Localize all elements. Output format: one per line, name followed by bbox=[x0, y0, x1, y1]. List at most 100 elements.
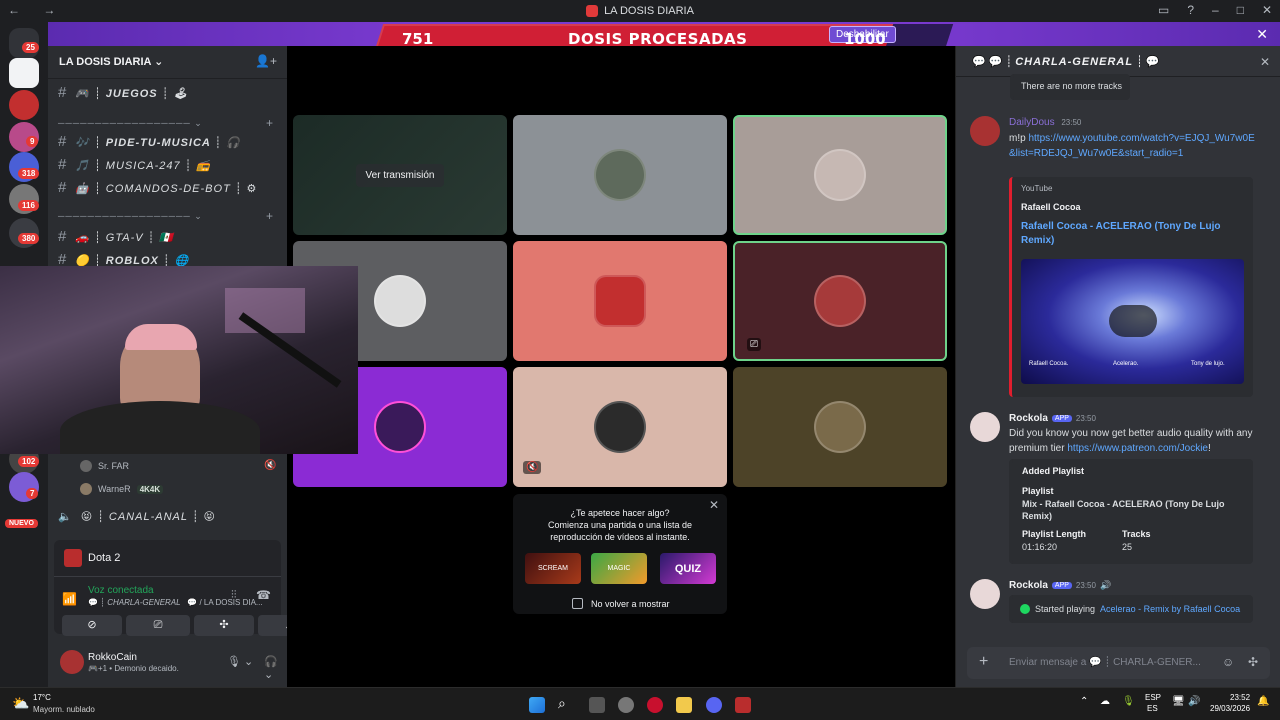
app-icon[interactable] bbox=[618, 697, 634, 713]
language-code[interactable]: ESP bbox=[1145, 693, 1161, 702]
thumb-label: Tony de lujo. bbox=[1191, 361, 1225, 367]
voice-user[interactable]: WarneR 4K4K bbox=[80, 483, 164, 495]
weather-icon[interactable]: ⛅ bbox=[12, 695, 29, 712]
promo-line: Comienza una partida o una lista de bbox=[547, 520, 693, 530]
start-menu-icon[interactable] bbox=[529, 697, 545, 713]
participant-tile[interactable] bbox=[513, 241, 727, 361]
close-banner-icon[interactable]: ✕ bbox=[1256, 26, 1268, 43]
participant-tile-speaking[interactable]: ⎚ bbox=[733, 241, 947, 361]
watch-stream-button[interactable]: Ver transmisión bbox=[355, 163, 445, 187]
channel-comandos-de-bot[interactable]: # 🤖 ┊ COMANDOS-DE-BOT ┊ ⚙ bbox=[58, 179, 257, 196]
embed-title[interactable]: Rafaell Cocoa - ACELERAO (Tony De Lujo R… bbox=[1021, 220, 1241, 248]
add-attachment-icon[interactable]: + bbox=[979, 653, 988, 671]
network-icon[interactable]: 🖥 bbox=[1172, 696, 1185, 707]
voice-wave-icon[interactable]: ⫶⫶ bbox=[231, 589, 237, 602]
embed-channel[interactable]: Rafaell Cocoa bbox=[1021, 202, 1081, 212]
participant-tile[interactable]: 🔇 bbox=[513, 367, 727, 487]
avatar[interactable] bbox=[970, 116, 1000, 146]
clock-date[interactable]: 29/03/2026 bbox=[1210, 704, 1250, 713]
participant-tile-speaking[interactable] bbox=[733, 115, 947, 235]
close-chat-icon[interactable]: ✕ bbox=[1260, 55, 1270, 69]
voice-stage: Ver transmisión ⎚ 🔇 ✕ ¿Te apetece hacer … bbox=[287, 46, 955, 687]
channel-name: COMANDOS-DE-BOT bbox=[105, 183, 231, 195]
nav-arrows[interactable]: ← → bbox=[8, 3, 65, 17]
notification-bell-icon[interactable]: 🔔 bbox=[1257, 696, 1269, 707]
headphones-icon[interactable]: 🎧 ⌄ bbox=[264, 655, 287, 681]
voice-user[interactable]: Sr. FAR bbox=[80, 460, 129, 472]
avatar[interactable] bbox=[970, 412, 1000, 442]
message-header: DailyDous 23:50 bbox=[1009, 117, 1081, 128]
keyboard-layout[interactable]: ES bbox=[1147, 704, 1158, 713]
mic-tray-icon[interactable]: 🎙 bbox=[1122, 696, 1135, 707]
previous-embed: There are no more tracks bbox=[1010, 74, 1130, 100]
category-divider[interactable]: ────────────────── ⌄ bbox=[58, 211, 203, 222]
participant-tile[interactable] bbox=[513, 115, 727, 235]
server-name-header[interactable]: LA DOSIS DIARIA ⌄ bbox=[59, 55, 163, 68]
avatar[interactable] bbox=[970, 579, 1000, 609]
youtube-link[interactable]: https://www.youtube.com/watch?v=EJQJ_Wu7… bbox=[1009, 133, 1255, 159]
participant-tile[interactable] bbox=[733, 367, 947, 487]
channel-juegos[interactable]: # 🎮 ┊ JUEGOS ┊ 🕹 bbox=[58, 84, 188, 101]
window-light bbox=[225, 288, 305, 333]
message-author[interactable]: Rockola bbox=[1009, 580, 1048, 591]
video-thumbnail[interactable]: Rafaell Cocoa. Acelerao. Tony de lujo. bbox=[1021, 259, 1244, 384]
message-time: 23:50 bbox=[1061, 118, 1082, 127]
task-view-icon[interactable] bbox=[589, 697, 605, 713]
volume-icon[interactable]: 🔊 bbox=[1188, 696, 1200, 707]
weather-temp: 17°C bbox=[33, 693, 51, 702]
apps-icon[interactable]: ✣ bbox=[1248, 655, 1258, 669]
dota-icon[interactable] bbox=[735, 697, 751, 713]
game-card-label: QUIZ bbox=[674, 562, 702, 575]
channel-pide-tu-musica[interactable]: # 🎶 ┊ PIDE-TU-MUSICA ┊ 🎧 bbox=[58, 133, 241, 150]
opera-icon[interactable] bbox=[647, 697, 663, 713]
message-author[interactable]: DailyDous bbox=[1009, 117, 1055, 128]
clock-time[interactable]: 23:52 bbox=[1230, 693, 1250, 702]
checkbox[interactable] bbox=[572, 598, 583, 609]
field-label: Tracks bbox=[1122, 529, 1151, 539]
game-card-label: MAGIC bbox=[607, 565, 631, 572]
onedrive-icon[interactable]: ☁ bbox=[1100, 696, 1110, 707]
voice-channel-canal-anal[interactable]: 🔈 😝 ┊ CANAL-ANAL ┊ 😝 bbox=[58, 510, 216, 523]
search-icon[interactable]: ⌕ bbox=[558, 695, 566, 712]
server-icon[interactable] bbox=[9, 90, 39, 120]
tray-chevron-icon[interactable]: ⌃ bbox=[1080, 696, 1088, 707]
voice-status: Voz conectada bbox=[88, 585, 154, 596]
playlist-embed: Added Playlist Playlist Mix - Rafaell Co… bbox=[1009, 459, 1253, 564]
song-link[interactable]: Acelerao - Remix by Rafaell Cocoa bbox=[1100, 604, 1240, 614]
file-explorer-icon[interactable] bbox=[676, 697, 692, 713]
game-card[interactable]: QUIZ bbox=[660, 553, 716, 584]
dont-show-again[interactable]: No volver a mostrar bbox=[572, 598, 670, 609]
camera-off-button[interactable]: ⊘ bbox=[62, 615, 122, 636]
maximize-button[interactable]: □ bbox=[1237, 3, 1244, 17]
game-card[interactable]: SCREAM bbox=[525, 553, 581, 584]
close-window-button[interactable]: ✕ bbox=[1262, 3, 1272, 17]
server-icon[interactable] bbox=[9, 58, 39, 88]
user-avatar[interactable] bbox=[60, 650, 84, 674]
inbox-icon[interactable]: ▭ bbox=[1158, 3, 1169, 17]
microphone-icon[interactable]: 🎙 ⌄ bbox=[227, 655, 253, 668]
message-author[interactable]: Rockola bbox=[1009, 413, 1048, 424]
activities-button[interactable]: ✣ bbox=[194, 615, 254, 636]
add-member-icon[interactable]: 👤+ bbox=[255, 54, 277, 68]
patreon-link[interactable]: https://www.patreon.com/Jockie bbox=[1067, 443, 1208, 454]
disconnect-icon[interactable]: ☎ bbox=[256, 588, 271, 602]
game-card[interactable]: MAGIC bbox=[591, 553, 647, 584]
minimize-button[interactable]: – bbox=[1212, 3, 1219, 17]
channel-suffix: 🇲🇽 bbox=[159, 232, 175, 244]
avatar bbox=[814, 149, 866, 201]
add-channel-icon[interactable]: + bbox=[266, 209, 273, 223]
channel-musica-247[interactable]: # 🎵 ┊ MUSICA-247 ┊ 📻 bbox=[58, 156, 211, 173]
message-input[interactable]: Enviar mensaje a 💬 ┊ CHARLA-GENER... bbox=[1009, 657, 1201, 668]
category-divider[interactable]: ────────────────── ⌄ bbox=[58, 118, 203, 129]
channel-emoji: 🎶 bbox=[75, 137, 91, 149]
channel-gta-v[interactable]: # 🚗 ┊ GTA-V ┊ 🇲🇽 bbox=[58, 228, 174, 245]
add-channel-icon[interactable]: + bbox=[266, 116, 273, 130]
emoji-icon[interactable]: ☺ bbox=[1222, 655, 1234, 669]
play-button-icon[interactable] bbox=[1109, 305, 1157, 337]
screen-share-button[interactable]: ⎚ bbox=[126, 615, 190, 636]
help-icon[interactable]: ? bbox=[1187, 3, 1194, 17]
channel-emoji: 🎵 bbox=[75, 160, 91, 172]
discord-icon[interactable] bbox=[706, 697, 722, 713]
stream-tile[interactable]: Ver transmisión bbox=[293, 115, 507, 235]
streamer-cap bbox=[125, 324, 197, 350]
